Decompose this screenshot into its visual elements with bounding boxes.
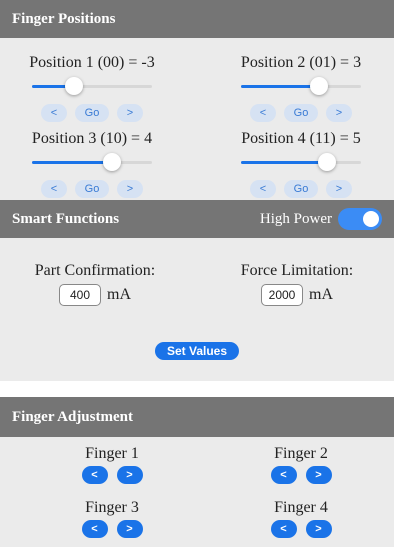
finger-4-controls: < > — [241, 520, 361, 538]
finger-2-next-button[interactable]: > — [305, 466, 332, 484]
part-confirmation-unit: mA — [107, 286, 131, 303]
set-values-button[interactable]: Set Values — [154, 342, 240, 360]
finger-3-next-button[interactable]: > — [116, 520, 143, 538]
force-limitation-input[interactable]: 2000 — [261, 284, 303, 306]
finger-4-next-button[interactable]: > — [305, 520, 332, 538]
finger-2: Finger 2 < > — [241, 445, 361, 484]
finger-1-label: Finger 1 — [85, 445, 139, 462]
position-2-controls: < Go > — [221, 104, 381, 122]
finger-1-prev-button[interactable]: < — [81, 466, 108, 484]
set-values-area: Set Values — [0, 335, 394, 381]
finger-adjustment-title: Finger Adjustment — [12, 408, 133, 425]
high-power-label: High Power — [259, 210, 332, 227]
finger-1-controls: < > — [52, 466, 172, 484]
slider-thumb[interactable] — [103, 153, 122, 171]
position-4-controls: < Go > — [221, 180, 381, 198]
finger-3-label: Finger 3 — [85, 499, 139, 516]
finger-4: Finger 4 < > — [241, 499, 361, 538]
position-3-controls: < Go > — [12, 180, 172, 198]
finger-2-prev-button[interactable]: < — [270, 466, 297, 484]
finger-adjustment-panel: Finger 1 < > Finger 2 < > Finger 3 < > F… — [0, 437, 394, 547]
position-4-prev-button[interactable]: < — [250, 180, 276, 198]
position-2-go-button[interactable]: Go — [284, 104, 318, 122]
position-1-next-button[interactable]: > — [117, 104, 143, 122]
position-2-next-button[interactable]: > — [326, 104, 352, 122]
finger-3-controls: < > — [52, 520, 172, 538]
position-3: Position 3 (10) = 4 < Go > — [12, 130, 172, 198]
position-3-next-button[interactable]: > — [117, 180, 143, 198]
position-4-next-button[interactable]: > — [326, 180, 352, 198]
part-confirmation-input[interactable]: 400 — [59, 284, 101, 306]
position-4-slider[interactable] — [241, 152, 361, 172]
finger-adjustment-header: Finger Adjustment — [0, 397, 394, 437]
force-limitation-unit: mA — [309, 286, 333, 303]
finger-3-prev-button[interactable]: < — [81, 520, 108, 538]
finger-2-label: Finger 2 — [274, 445, 328, 462]
position-1-go-button[interactable]: Go — [75, 104, 109, 122]
position-1-slider[interactable] — [32, 76, 152, 96]
slider-thumb[interactable] — [318, 153, 337, 171]
position-4-go-button[interactable]: Go — [284, 180, 318, 198]
slider-fill — [32, 161, 113, 164]
position-1-controls: < Go > — [12, 104, 172, 122]
finger-4-prev-button[interactable]: < — [270, 520, 297, 538]
position-4-label: Position 4 (11) = 5 — [241, 130, 361, 147]
position-1-prev-button[interactable]: < — [41, 104, 67, 122]
position-2-label: Position 2 (01) = 3 — [240, 54, 362, 71]
slider-fill — [241, 85, 319, 88]
slider-fill — [241, 161, 328, 164]
position-1-label: Position 1 (00) = -3 — [29, 54, 155, 71]
finger-2-controls: < > — [241, 466, 361, 484]
smart-functions-header: Smart Functions High Power — [0, 200, 394, 238]
switch-knob — [363, 211, 379, 227]
force-limitation-label: Force Limitation: — [240, 262, 354, 279]
slider-thumb[interactable] — [65, 77, 83, 95]
force-limitation-row: 2000 mA — [212, 284, 382, 306]
finger-3: Finger 3 < > — [52, 499, 172, 538]
position-3-label: Position 3 (10) = 4 — [31, 130, 153, 147]
position-3-slider[interactable] — [32, 152, 152, 172]
position-3-go-button[interactable]: Go — [75, 180, 109, 198]
part-confirmation: Part Confirmation: 400 mA — [10, 262, 180, 306]
position-3-prev-button[interactable]: < — [41, 180, 67, 198]
position-4: Position 4 (11) = 5 < Go > — [221, 130, 381, 198]
finger-positions-panel: Position 1 (00) = -3 < Go > Position 2 (… — [0, 38, 394, 200]
finger-positions-title: Finger Positions — [12, 10, 116, 27]
high-power-toggle-group: High Power — [260, 208, 382, 230]
smart-functions-panel: Part Confirmation: 400 mA Force Limitati… — [0, 238, 394, 335]
finger-4-label: Finger 4 — [274, 499, 328, 516]
finger-1: Finger 1 < > — [52, 445, 172, 484]
part-confirmation-label: Part Confirmation: — [34, 262, 156, 279]
position-2-prev-button[interactable]: < — [250, 104, 276, 122]
part-confirmation-row: 400 mA — [10, 284, 180, 306]
smart-functions-title: Smart Functions — [12, 210, 120, 227]
finger-1-next-button[interactable]: > — [116, 466, 143, 484]
position-1: Position 1 (00) = -3 < Go > — [12, 54, 172, 122]
position-2-slider[interactable] — [241, 76, 361, 96]
force-limitation: Force Limitation: 2000 mA — [212, 262, 382, 306]
slider-thumb[interactable] — [310, 77, 328, 95]
finger-positions-header: Finger Positions — [0, 0, 394, 38]
high-power-switch[interactable] — [338, 208, 382, 230]
position-2: Position 2 (01) = 3 < Go > — [221, 54, 381, 122]
